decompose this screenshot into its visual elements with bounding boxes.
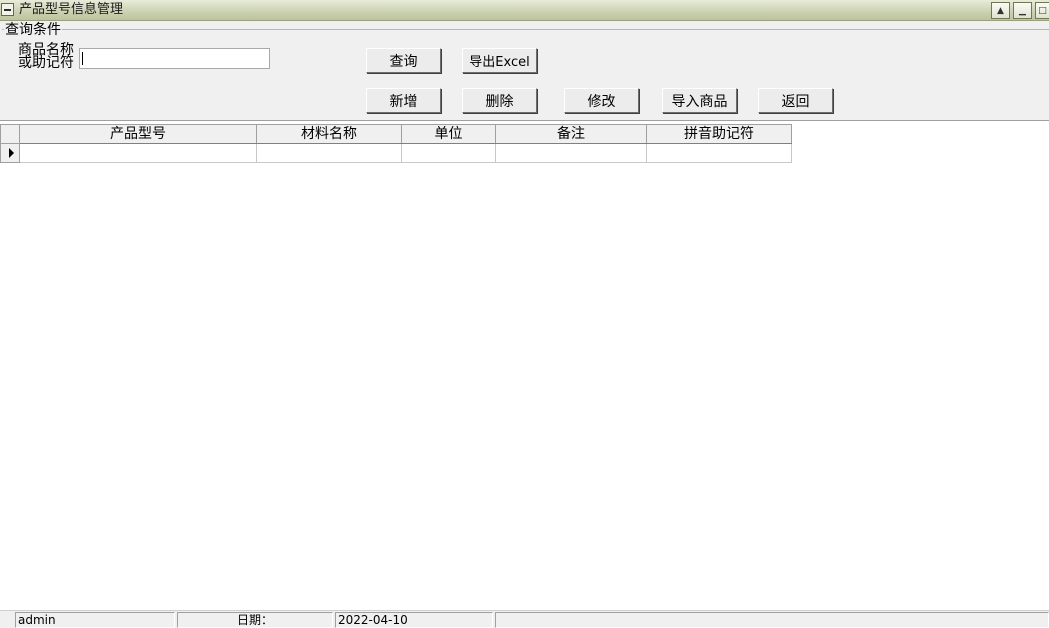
delete-button[interactable]: 删除 <box>462 88 537 113</box>
caret-up-icon: ▲ <box>997 5 1004 16</box>
system-menu-icon[interactable] <box>1 3 14 16</box>
product-name-label: 商品名称 或助记符 <box>18 43 78 71</box>
grid-corner-cell <box>0 124 20 144</box>
status-date-label: 日期： <box>177 612 333 628</box>
export-excel-button[interactable]: 导出Excel <box>462 48 537 73</box>
product-grid[interactable]: 产品型号 材料名称 单位 备注 拼音助记符 <box>0 124 792 163</box>
cell-material[interactable] <box>256 143 402 163</box>
product-name-input[interactable] <box>79 48 270 69</box>
minimize-icon: ▁ <box>1019 5 1026 16</box>
import-products-button[interactable]: 导入商品 <box>662 88 737 113</box>
status-user: admin <box>15 612 175 628</box>
cell-model[interactable] <box>19 143 257 163</box>
status-date-value: 2022-04-10 <box>335 612 493 628</box>
restore-button[interactable]: ▲ <box>991 2 1010 19</box>
product-table: 产品型号 材料名称 单位 备注 拼音助记符 <box>0 124 792 163</box>
search-button[interactable]: 查询 <box>366 48 441 73</box>
cell-pinyin[interactable] <box>646 143 792 163</box>
cell-unit[interactable] <box>401 143 496 163</box>
column-header-unit[interactable]: 单位 <box>401 124 496 144</box>
query-group-label: 查询条件 <box>4 22 62 38</box>
product-name-label-line2: 或助记符 <box>18 55 74 71</box>
title-bar: 产品型号信息管理 ▲ ▁ □ <box>0 0 1049 21</box>
window-title: 产品型号信息管理 <box>19 2 124 17</box>
new-button[interactable]: 新增 <box>366 88 441 113</box>
table-row[interactable] <box>0 143 792 163</box>
back-button[interactable]: 返回 <box>758 88 833 113</box>
column-header-remark[interactable]: 备注 <box>495 124 647 144</box>
minimize-button[interactable]: ▁ <box>1013 2 1032 19</box>
cell-remark[interactable] <box>495 143 647 163</box>
query-panel: 查询条件 商品名称 或助记符 查询 导出Excel 新增 删除 修改 导入商品 … <box>0 21 1049 121</box>
grid-header-row: 产品型号 材料名称 单位 备注 拼音助记符 <box>0 124 792 144</box>
status-extra <box>495 612 1049 628</box>
status-bar: admin 日期： 2022-04-10 <box>0 610 1049 628</box>
maximize-button[interactable]: □ <box>1035 2 1049 19</box>
row-selector[interactable] <box>0 143 20 163</box>
maximize-icon: □ <box>1038 5 1047 16</box>
column-header-model[interactable]: 产品型号 <box>19 124 257 144</box>
column-header-pinyin[interactable]: 拼音助记符 <box>646 124 792 144</box>
column-header-material[interactable]: 材料名称 <box>256 124 402 144</box>
current-row-arrow-icon <box>9 148 14 158</box>
edit-button[interactable]: 修改 <box>564 88 639 113</box>
